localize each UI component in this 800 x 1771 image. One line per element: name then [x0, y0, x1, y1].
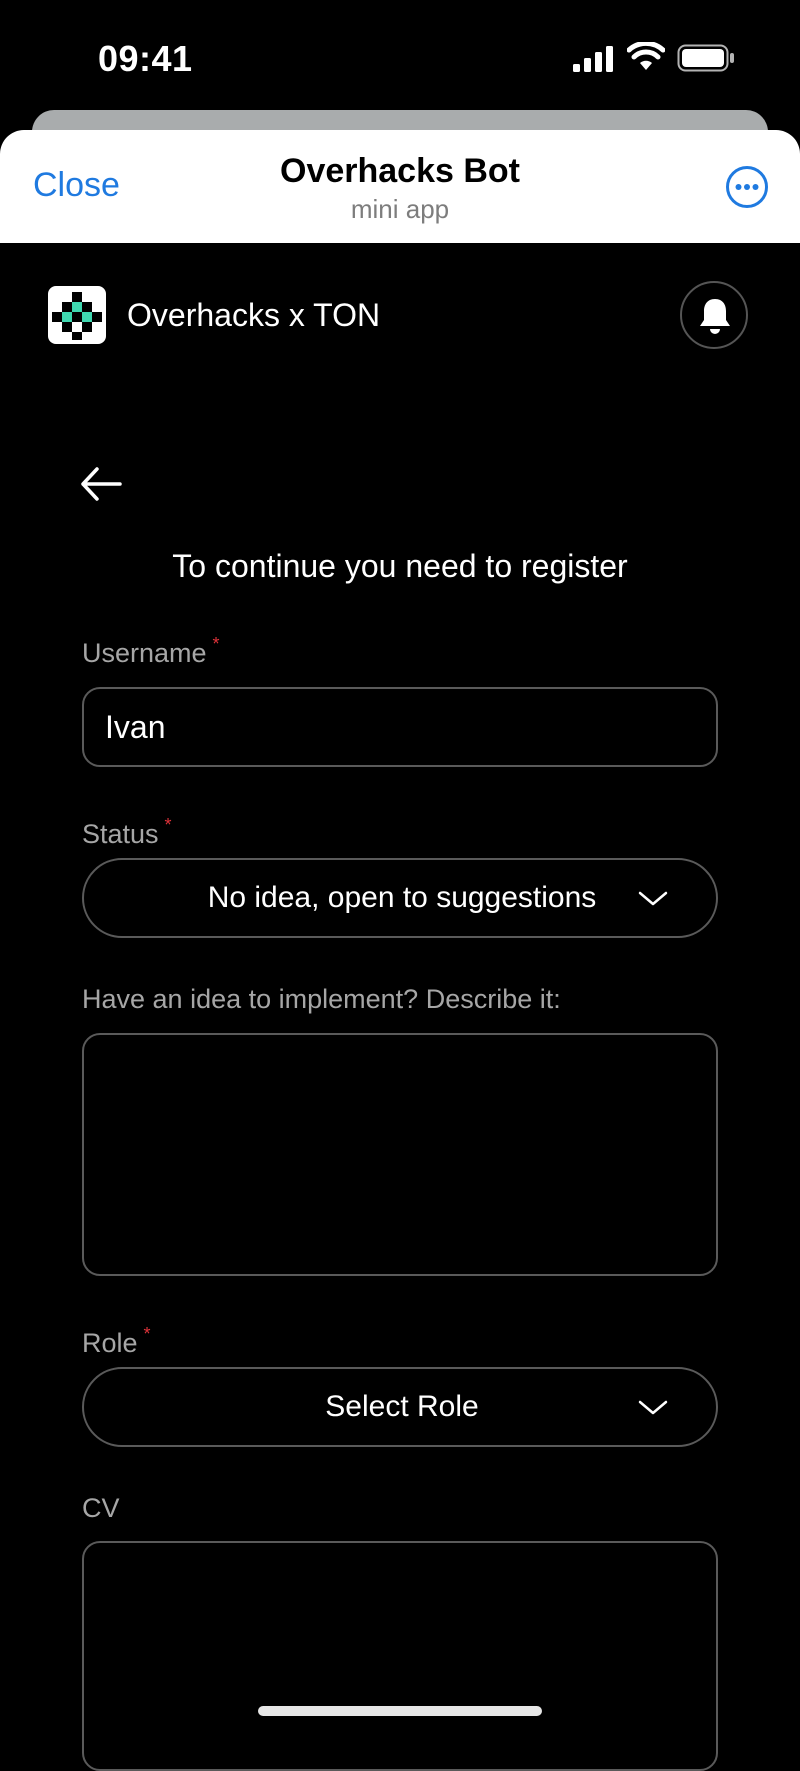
back-arrow-icon[interactable]: [80, 466, 122, 502]
app-logo: [48, 286, 106, 344]
role-select[interactable]: Select Role: [82, 1367, 718, 1447]
role-label-text: Role: [82, 1328, 138, 1358]
battery-icon: [677, 44, 734, 72]
form-heading: To continue you need to register: [172, 548, 628, 584]
required-mark: *: [143, 1324, 151, 1344]
role-label: Role *: [82, 1324, 151, 1359]
status-time: 09:41: [98, 38, 193, 79]
home-indicator: [258, 1706, 542, 1716]
username-label-text: Username: [82, 638, 207, 668]
bell-icon: [700, 299, 730, 334]
role-select-value: Select Role: [325, 1390, 479, 1423]
username-input[interactable]: Ivan: [82, 687, 718, 767]
required-mark: *: [212, 634, 220, 654]
status-select[interactable]: No idea, open to suggestions: [82, 858, 718, 938]
chevron-down-icon: [638, 891, 668, 906]
more-options-icon[interactable]: [725, 165, 769, 209]
required-mark: *: [164, 815, 172, 835]
pixel-logo-icon: [52, 292, 102, 340]
status-bar: 09:41: [0, 0, 800, 110]
cellular-signal-icon: [573, 46, 613, 72]
header-title: Overhacks Bot: [280, 152, 520, 190]
status-label-text: Status: [82, 819, 159, 849]
username-label: Username *: [82, 634, 220, 669]
header-subtitle: mini app: [350, 194, 450, 224]
notifications-button[interactable]: [680, 281, 748, 349]
mini-app-header: Close Overhacks Bot mini app: [0, 130, 800, 243]
status-select-value: No idea, open to suggestions: [207, 881, 597, 914]
cv-textarea[interactable]: [82, 1541, 718, 1771]
idea-label: Have an idea to implement? Describe it:: [82, 984, 561, 1014]
chevron-down-icon: [638, 1400, 668, 1415]
cv-label: CV: [82, 1493, 120, 1523]
wifi-icon: [627, 42, 665, 70]
app-name: Overhacks x TON: [127, 297, 381, 333]
status-label: Status *: [82, 815, 172, 850]
idea-textarea[interactable]: [82, 1033, 718, 1276]
